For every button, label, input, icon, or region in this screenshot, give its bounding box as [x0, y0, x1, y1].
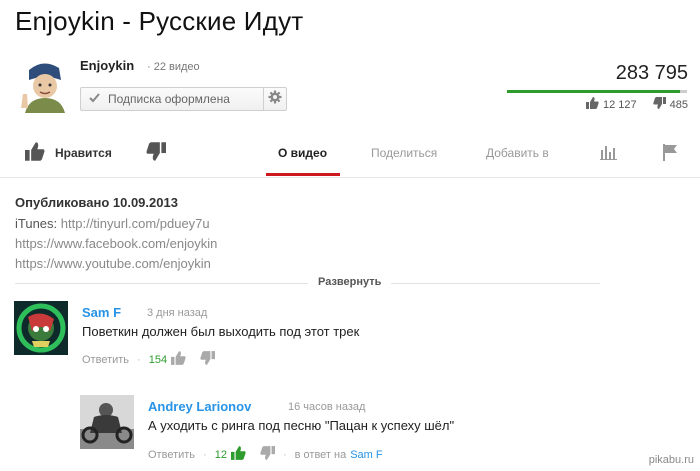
tab-about[interactable]: О видео — [278, 146, 327, 160]
like-count: 12 127 — [602, 98, 637, 111]
reply-actions: Ответить · 12 · в ответ на Sam F — [148, 446, 383, 463]
itunes-link[interactable]: http://tinyurl.com/pduey7u — [61, 216, 210, 231]
comment-time[interactable]: 3 дня назад — [147, 307, 207, 319]
comment-like-icon[interactable] — [171, 351, 186, 368]
like-label: Нравится — [55, 146, 112, 160]
comment-text: Поветкин должен был выходить под этот тр… — [82, 324, 360, 339]
tab-add-to[interactable]: Добавить в — [486, 146, 549, 160]
checkmark-icon — [89, 92, 100, 106]
comment-actions: Ответить · 154 — [82, 351, 216, 368]
channel-name[interactable]: Enjoykin — [80, 58, 134, 73]
dislike-button[interactable] — [146, 142, 166, 166]
publish-date: Опубликовано 10.09.2013 — [15, 195, 178, 210]
itunes-line: iTunes: http://tinyurl.com/pduey7u — [15, 216, 210, 231]
comment-like-count: 154 — [148, 353, 168, 366]
comment-avatar[interactable] — [14, 301, 68, 355]
reply-avatar[interactable] — [80, 395, 134, 449]
like-button[interactable]: Нравится — [25, 142, 112, 164]
watermark: pikabu.ru — [648, 454, 694, 466]
tab-share[interactable]: Поделиться — [371, 146, 437, 160]
comment-author[interactable]: Sam F — [82, 305, 121, 320]
separator-dot: · — [282, 448, 287, 461]
likes-summary: 12 127 485 — [585, 97, 688, 112]
report-flag-icon[interactable] — [662, 144, 678, 166]
stats-icon[interactable] — [600, 144, 618, 165]
action-bar-divider — [0, 177, 700, 178]
reply-button[interactable]: Ответить — [148, 449, 195, 461]
like-ratio-bar — [507, 90, 687, 93]
active-tab-underline — [266, 173, 340, 176]
reply-button[interactable]: Ответить — [82, 354, 129, 366]
action-bar: Нравится О видео Поделиться Добавить в — [0, 132, 700, 176]
like-ratio-fill — [507, 90, 681, 93]
channel-avatar[interactable] — [15, 58, 70, 113]
video-title: Enjoykin - Русские Идут — [15, 6, 304, 36]
subscribed-label: Подписка оформлена — [108, 92, 230, 106]
reply-time[interactable]: 16 часов назад — [288, 401, 365, 413]
gear-icon — [268, 90, 282, 109]
separator-dot: · — [203, 448, 207, 461]
view-count: 283 795 — [615, 62, 688, 84]
reply-like-count: 12 — [214, 448, 227, 461]
thumbs-down-small-icon — [652, 97, 666, 112]
reply-author[interactable]: Andrey Larionov — [148, 399, 251, 414]
reply-like-icon[interactable] — [230, 446, 246, 463]
youtube-link[interactable]: https://www.youtube.com/enjoykin — [15, 256, 211, 271]
dislike-count: 485 — [669, 98, 688, 111]
expand-button[interactable]: Развернуть — [308, 276, 392, 288]
subscribed-button[interactable]: Подписка оформлена — [80, 87, 264, 111]
video-count: · 22 видео — [147, 61, 200, 73]
reply-to-prefix: в ответ на — [294, 448, 347, 461]
reply-dislike-icon[interactable] — [260, 446, 275, 463]
thumbs-down-icon — [146, 142, 166, 165]
reply-to-link[interactable]: Sam F — [350, 449, 382, 461]
thumbs-up-small-icon — [585, 97, 599, 112]
thumbs-up-icon — [25, 142, 45, 164]
facebook-link[interactable]: https://www.facebook.com/enjoykin — [15, 236, 217, 251]
itunes-label: iTunes: — [15, 216, 58, 231]
subscription-settings-button[interactable] — [263, 87, 287, 111]
reply-text: А уходить с ринга под песню "Пацан к усп… — [148, 418, 455, 433]
comment-dislike-icon[interactable] — [200, 351, 216, 368]
separator-dot: · — [137, 353, 141, 366]
